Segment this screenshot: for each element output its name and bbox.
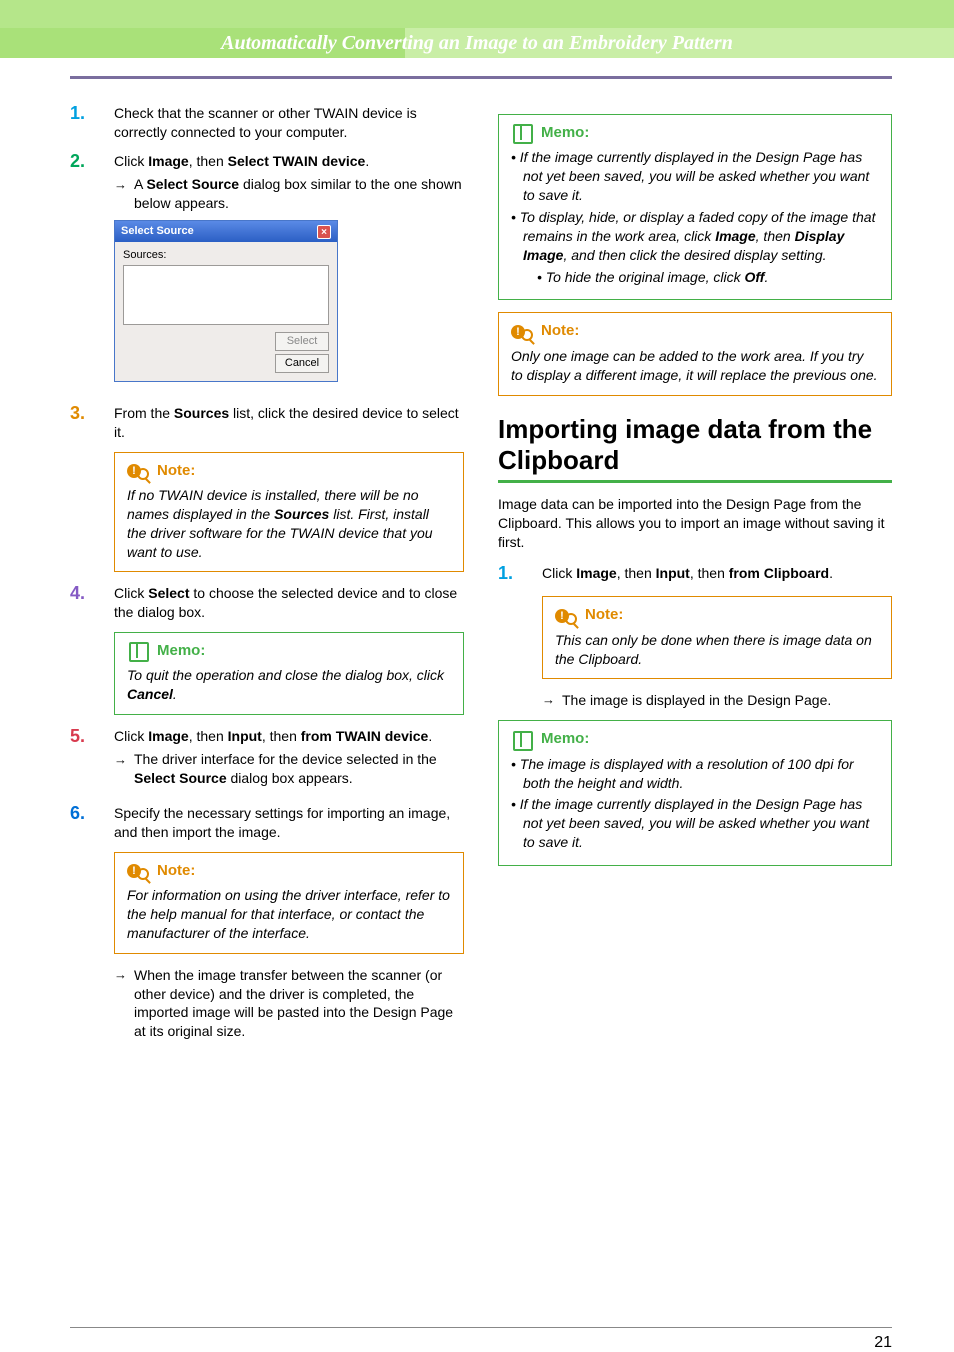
step-1: 1. Click Image, then Input, then from Cl… (498, 564, 892, 587)
step-5: 5. Click Image, then Input, then from TW… (70, 727, 464, 794)
note-head: Note: (157, 461, 195, 481)
note-body: Only one image can be added to the work … (511, 347, 879, 385)
step-result: The image is displayed in the Design Pag… (542, 691, 892, 710)
note-body: If no TWAIN device is installed, there w… (127, 486, 451, 562)
step-number: 1. (70, 104, 114, 142)
step-number: 3. (70, 404, 114, 442)
note-box: Note: For information on using the drive… (114, 852, 464, 954)
step-text: Click Image, then Select TWAIN device. (114, 152, 464, 171)
header-band: Automatically Converting an Image to an … (0, 28, 954, 58)
step-result: A Select Source dialog box similar to th… (114, 175, 464, 213)
memo-box: Memo: To quit the operation and close th… (114, 632, 464, 715)
step-1: 1. Check that the scanner or other TWAIN… (70, 104, 464, 142)
note-body: For information on using the driver inte… (127, 886, 451, 943)
step-number: 1. (498, 564, 542, 587)
left-column: 1. Check that the scanner or other TWAIN… (70, 104, 464, 1047)
page-number: 21 (874, 1334, 892, 1351)
step-4: 4. Click Select to choose the selected d… (70, 584, 464, 622)
memo-icon (511, 731, 533, 749)
sources-list[interactable] (123, 265, 329, 325)
step-number: 6. (70, 804, 114, 842)
dialog-titlebar: Select Source × (115, 221, 337, 242)
memo-head: Memo: (157, 641, 205, 661)
memo-head: Memo: (541, 123, 589, 143)
note-icon (555, 607, 577, 625)
section-heading: Importing image data from the Clipboard (498, 414, 892, 483)
step-2: 2. Click Image, then Select TWAIN device… (70, 152, 464, 394)
step-text: Specify the necessary settings for impor… (114, 804, 464, 842)
note-icon (127, 462, 149, 480)
step-3: 3. From the Sources list, click the desi… (70, 404, 464, 442)
note-icon (511, 323, 533, 341)
memo-box: Memo: If the image currently displayed i… (498, 114, 892, 300)
step-number: 5. (70, 727, 114, 794)
page-footer: 21 (70, 1327, 892, 1352)
arrow-icon (114, 966, 134, 1042)
right-column: Memo: If the image currently displayed i… (498, 104, 892, 1047)
step-number: 2. (70, 152, 114, 394)
note-icon (127, 862, 149, 880)
divider (70, 76, 892, 79)
step-text: Click Image, then Input, then from Clipb… (542, 564, 892, 583)
note-head: Note: (585, 605, 623, 625)
step-result: The driver interface for the device sele… (114, 750, 464, 788)
note-body: This can only be done when there is imag… (555, 631, 879, 669)
step-text: From the Sources list, click the desired… (114, 404, 464, 442)
note-box: Note: This can only be done when there i… (542, 596, 892, 679)
step-text: Check that the scanner or other TWAIN de… (114, 104, 464, 142)
note-box: Note: Only one image can be added to the… (498, 312, 892, 395)
select-button[interactable]: Select (275, 332, 329, 351)
arrow-icon (114, 750, 134, 788)
step-number: 4. (70, 584, 114, 622)
memo-body: The image is displayed with a resolution… (511, 755, 879, 852)
sources-label: Sources: (123, 248, 329, 263)
note-head: Note: (541, 321, 579, 341)
memo-head: Memo: (541, 729, 589, 749)
note-head: Note: (157, 861, 195, 881)
memo-icon (127, 642, 149, 660)
step-6: 6. Specify the necessary settings for im… (70, 804, 464, 842)
memo-body: To quit the operation and close the dial… (127, 666, 451, 704)
arrow-icon (542, 691, 562, 710)
memo-box: Memo: The image is displayed with a reso… (498, 720, 892, 866)
select-source-dialog: Select Source × Sources: Select Cancel (114, 220, 338, 381)
step-text: Click Select to choose the selected devi… (114, 584, 464, 622)
page-header: Automatically Converting an Image to an … (0, 28, 954, 58)
memo-body: If the image currently displayed in the … (511, 148, 879, 286)
step-result: When the image transfer between the scan… (114, 966, 464, 1042)
note-box: Note: If no TWAIN device is installed, t… (114, 452, 464, 573)
close-icon[interactable]: × (317, 225, 331, 239)
step-text: Click Image, then Input, then from TWAIN… (114, 727, 464, 746)
section-intro: Image data can be imported into the Desi… (498, 495, 892, 552)
cancel-button[interactable]: Cancel (275, 354, 329, 373)
memo-icon (511, 124, 533, 142)
top-bar (0, 0, 954, 28)
dialog-title: Select Source (121, 224, 194, 239)
arrow-icon (114, 175, 134, 213)
